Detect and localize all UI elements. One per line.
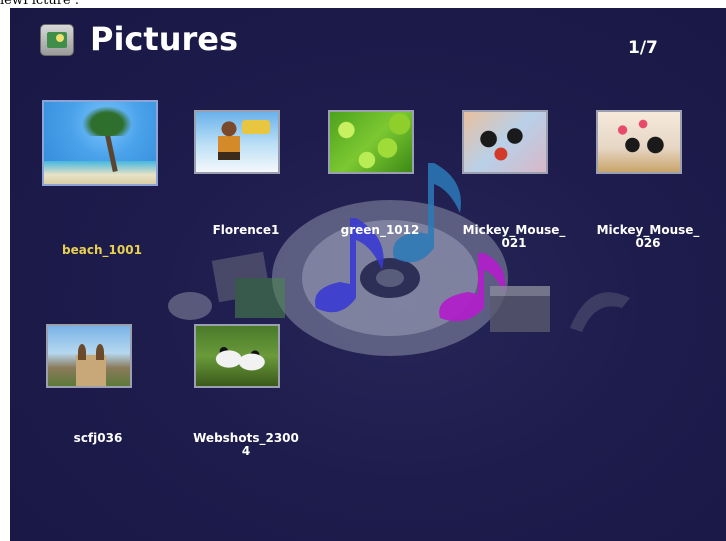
thumbnail <box>38 100 158 186</box>
item-label: scfj036 <box>73 431 123 445</box>
faded-photos-icon <box>168 251 285 320</box>
page-counter: 1/7 <box>628 38 658 58</box>
screen-caption: iewPicture : <box>0 0 80 8</box>
item-label: green_1012 <box>340 223 420 237</box>
thumbnail <box>172 100 284 186</box>
faded-arrow-icon <box>570 292 630 332</box>
thumbnail <box>574 100 686 186</box>
thumbnail <box>306 100 418 186</box>
pictures-folder-icon <box>40 24 74 56</box>
mickey-021-thumbnail-image <box>462 110 548 174</box>
mickey-026-thumbnail-image <box>596 110 682 174</box>
item-label: beach_1001 <box>62 243 142 257</box>
media-background-art <box>168 163 630 356</box>
thumbnail <box>24 314 136 400</box>
picture-browser-screen: Pictures 1/7 beach_1001 Florence1 green_… <box>10 8 726 541</box>
green-thumbnail-image <box>328 110 414 174</box>
item-label: Webshots_2300 4 <box>193 431 299 458</box>
scfj036-thumbnail-image <box>46 324 132 388</box>
thumbnail <box>440 100 552 186</box>
item-label: Mickey_Mouse_ 021 <box>462 223 566 250</box>
page-title: Pictures <box>90 20 238 58</box>
item-label: Florence1 <box>212 223 280 237</box>
beach-thumbnail-image <box>42 100 158 186</box>
item-label: Mickey_Mouse_ 026 <box>596 223 700 250</box>
thumbnail <box>172 314 284 400</box>
florence-thumbnail-image <box>194 110 280 174</box>
clapperboard-icon <box>490 286 550 332</box>
webshots-thumbnail-image <box>194 324 280 388</box>
